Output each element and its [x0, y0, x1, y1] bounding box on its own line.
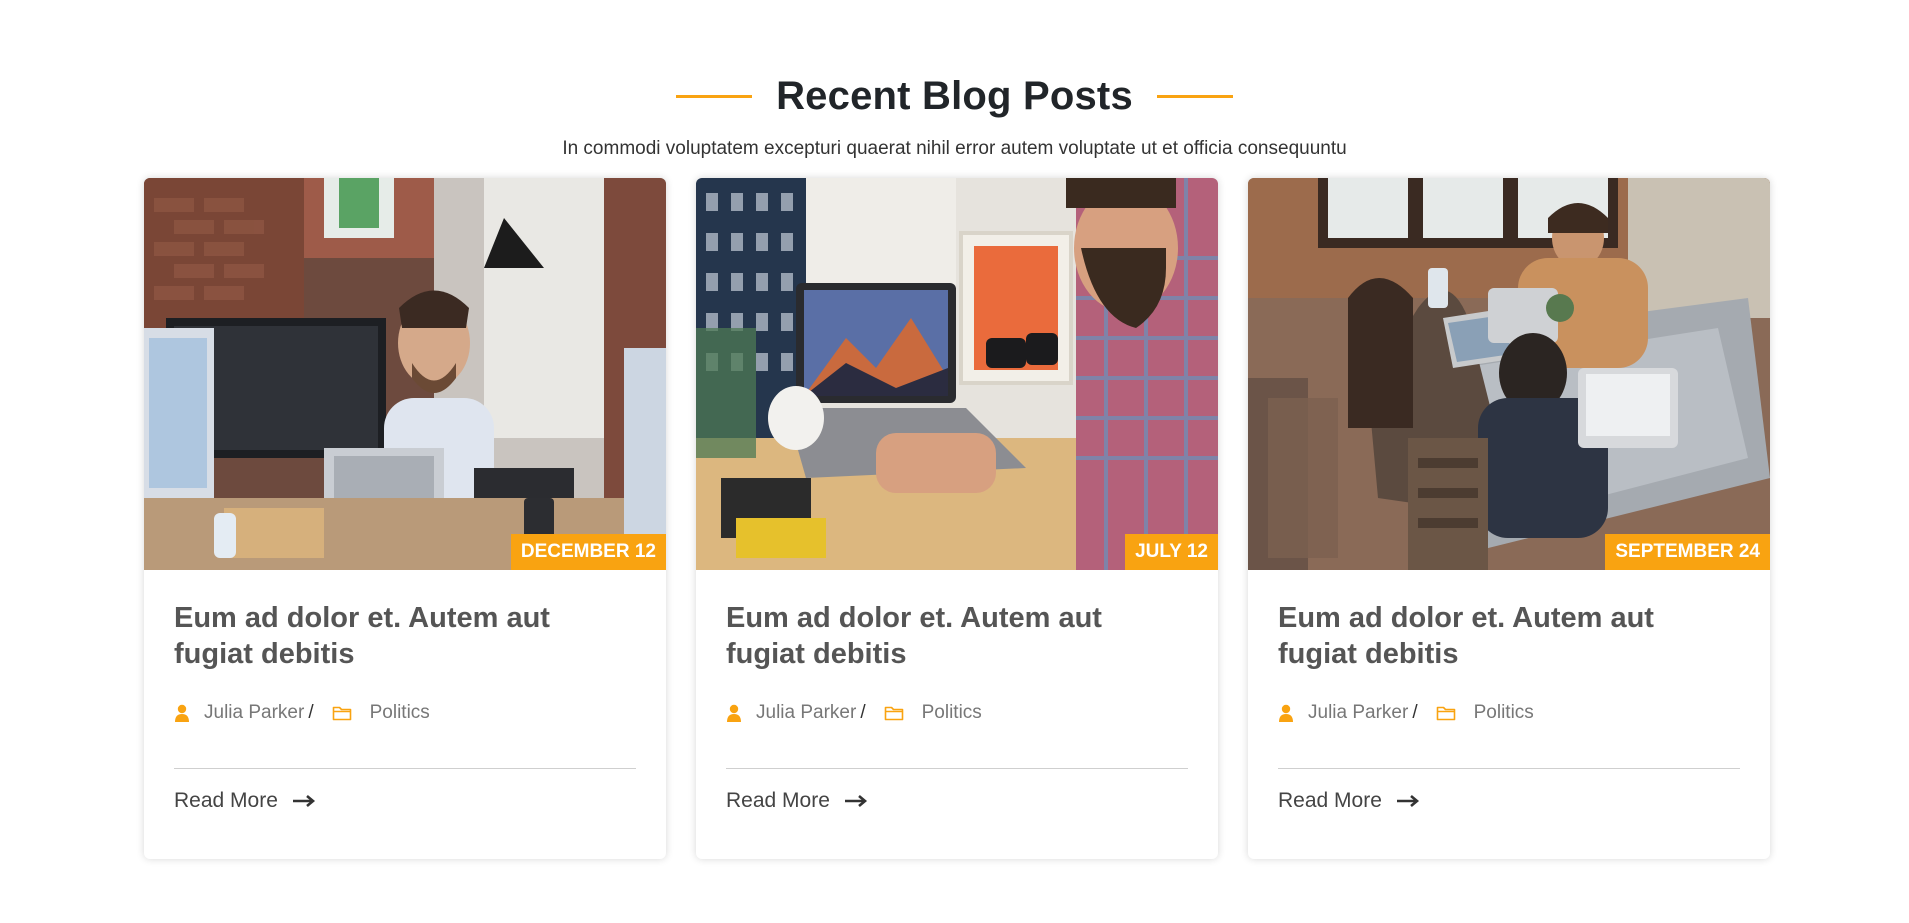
- meta-separator: /: [1412, 702, 1418, 723]
- folder-icon: [1436, 705, 1456, 721]
- card-body: Eum ad dolor et. Autem aut fugiat debiti…: [696, 570, 1218, 813]
- office-headset-photo: [144, 178, 666, 570]
- section-header: Recent Blog Posts In commodi voluptatem …: [0, 70, 1909, 160]
- arrow-right-icon: [844, 794, 868, 808]
- post-meta: Julia Parker / Politics: [726, 702, 1188, 724]
- post-meta: Julia Parker / Politics: [174, 702, 636, 724]
- post-category[interactable]: Politics: [1474, 702, 1534, 724]
- post-image[interactable]: JULY 12: [696, 178, 1218, 570]
- blog-card: SEPTEMBER 24 Eum ad dolor et. Autem aut …: [1248, 178, 1770, 859]
- blog-card: DECEMBER 12 Eum ad dolor et. Autem aut f…: [144, 178, 666, 859]
- post-category[interactable]: Politics: [922, 702, 982, 724]
- user-icon: [174, 704, 190, 722]
- card-divider: [726, 768, 1188, 769]
- card-body: Eum ad dolor et. Autem aut fugiat debiti…: [1248, 570, 1770, 813]
- title-row: Recent Blog Posts: [0, 70, 1909, 122]
- post-meta: Julia Parker / Politics: [1278, 702, 1740, 724]
- title-line-left: [676, 94, 753, 98]
- read-more-link[interactable]: Read More: [174, 789, 636, 813]
- post-title[interactable]: Eum ad dolor et. Autem aut fugiat debiti…: [726, 600, 1146, 672]
- team-table-photo: [1248, 178, 1770, 570]
- laptop-desk-photo: [696, 178, 1218, 570]
- post-category[interactable]: Politics: [370, 702, 430, 724]
- post-title[interactable]: Eum ad dolor et. Autem aut fugiat debiti…: [1278, 600, 1698, 672]
- user-icon: [726, 704, 742, 722]
- date-badge: SEPTEMBER 24: [1605, 534, 1770, 570]
- user-icon: [1278, 704, 1294, 722]
- read-more-link[interactable]: Read More: [726, 789, 1188, 813]
- post-author[interactable]: Julia Parker: [204, 702, 304, 724]
- meta-separator: /: [860, 702, 866, 723]
- read-more-label: Read More: [1278, 789, 1382, 812]
- post-title[interactable]: Eum ad dolor et. Autem aut fugiat debiti…: [174, 600, 594, 672]
- post-author[interactable]: Julia Parker: [756, 702, 856, 724]
- meta-separator: /: [308, 702, 314, 723]
- folder-icon: [884, 705, 904, 721]
- blog-section: Recent Blog Posts In commodi voluptatem …: [0, 0, 1909, 923]
- read-more-label: Read More: [174, 789, 278, 812]
- card-divider: [174, 768, 636, 769]
- section-subtitle: In commodi voluptatem excepturi quaerat …: [562, 138, 1347, 159]
- read-more-label: Read More: [726, 789, 830, 812]
- date-badge: JULY 12: [1125, 534, 1218, 570]
- arrow-right-icon: [1396, 794, 1420, 808]
- post-image[interactable]: SEPTEMBER 24: [1248, 178, 1770, 570]
- title-line-right: [1156, 94, 1233, 98]
- post-image[interactable]: DECEMBER 12: [144, 178, 666, 570]
- card-divider: [1278, 768, 1740, 769]
- post-author[interactable]: Julia Parker: [1308, 702, 1408, 724]
- section-title: Recent Blog Posts: [776, 73, 1133, 118]
- blog-card: JULY 12 Eum ad dolor et. Autem aut fugia…: [696, 178, 1218, 859]
- date-badge: DECEMBER 12: [510, 534, 666, 570]
- folder-icon: [332, 705, 352, 721]
- cards-row: DECEMBER 12 Eum ad dolor et. Autem aut f…: [144, 178, 1770, 859]
- read-more-link[interactable]: Read More: [1278, 789, 1740, 813]
- arrow-right-icon: [292, 794, 316, 808]
- card-body: Eum ad dolor et. Autem aut fugiat debiti…: [144, 570, 666, 813]
